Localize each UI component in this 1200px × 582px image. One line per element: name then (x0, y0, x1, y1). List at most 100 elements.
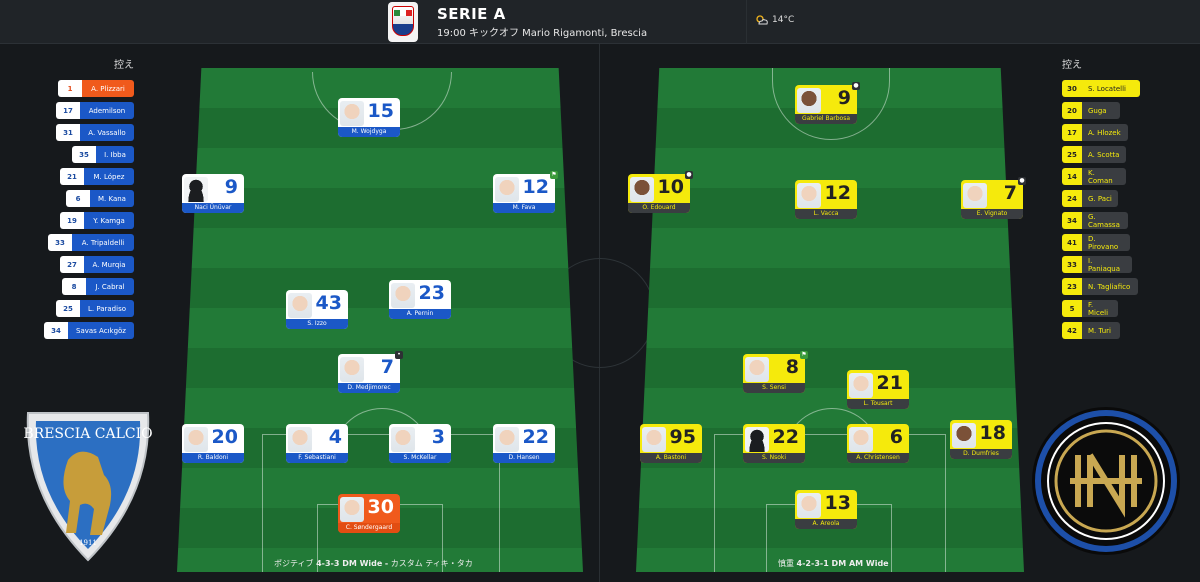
away-bench-player[interactable]: 25 A. Scotta (1062, 146, 1126, 163)
away-bench-player[interactable]: 20 Guga (1062, 102, 1120, 119)
player-card[interactable]: 95 A. Bastoni (640, 424, 702, 463)
player-card[interactable]: 9 Gabriel Barbosa ● (795, 82, 860, 124)
player-number: 12 (824, 182, 851, 204)
bench-player-number: 5 (1062, 300, 1082, 317)
bench-player-number: 27 (60, 256, 84, 273)
away-bench-player[interactable]: 41 D. Pirovano (1062, 234, 1130, 251)
player-card[interactable]: 22 S. Nsoki (743, 424, 805, 463)
league-name: SERIE A (437, 5, 506, 23)
away-bench-player[interactable]: 24 G. Paci (1062, 190, 1118, 207)
bench-player-name: G. Paci (1082, 190, 1118, 207)
home-bench-player[interactable]: 6 M. Kana (66, 190, 134, 207)
player-name: F. Sebastiani (286, 453, 348, 463)
bench-player-number: 35 (72, 146, 96, 163)
player-card[interactable]: 4 F. Sebastiani (286, 424, 348, 463)
player-number: 13 (824, 492, 851, 514)
home-bench-player[interactable]: 8 J. Cabral (62, 278, 134, 295)
player-number: 30 (367, 496, 394, 518)
player-card[interactable]: 22 D. Hansen (493, 424, 555, 463)
home-tactic-style: カスタム ティキ・タカ (390, 559, 473, 568)
player-number: 7 (1003, 182, 1017, 204)
player-number: 22 (772, 426, 799, 448)
player-card[interactable]: 30 C. Søndergaard (338, 494, 400, 533)
player-card[interactable]: 43 S. Izzo (286, 290, 348, 329)
player-name: S. Izzo (286, 319, 348, 329)
match-header: SERIE A 19:00 キックオフ Mario Rigamonti, Bre… (0, 0, 1200, 44)
bench-player-name: Guga (1082, 102, 1120, 119)
bench-player-name: A. Vassallo (80, 124, 134, 141)
player-name: D. Medjimorec (338, 383, 400, 393)
player-number: 9 (224, 176, 238, 198)
player-card[interactable]: 18 D. Dumfries (950, 420, 1012, 459)
player-number: 7 (380, 356, 394, 378)
home-bench-player[interactable]: 25 L. Paradiso (56, 300, 134, 317)
player-card[interactable]: 3 S. McKellar (389, 424, 451, 463)
player-name: E. Vignato (961, 209, 1023, 219)
bench-player-number: 30 (1062, 80, 1082, 97)
away-bench-player[interactable]: 23 N. Tagliafico (1062, 278, 1138, 295)
bench-player-name: G. Camassa (1082, 212, 1128, 229)
bench-player-number: 34 (44, 322, 68, 339)
player-card[interactable]: 12 L. Vacca (795, 180, 857, 219)
away-bench-player[interactable]: 42 M. Turi (1062, 322, 1120, 339)
player-card[interactable]: 10 O. Edouard ● (628, 171, 693, 213)
player-photo (849, 373, 873, 398)
home-bench-player[interactable]: 34 Savas Acıkgöz (44, 322, 134, 339)
player-card[interactable]: 7 D. Medjimorec • (338, 351, 403, 393)
home-bench-player[interactable]: 21 M. López (60, 168, 134, 185)
player-card[interactable]: 6 A. Christensen (847, 424, 909, 463)
away-bench-title: 控え (1062, 60, 1082, 71)
home-bench-player[interactable]: 17 Ademilson (56, 102, 134, 119)
bench-player-name: A. Scotta (1082, 146, 1126, 163)
flag-icon: ⚑ (800, 351, 808, 359)
bench-player-number: 41 (1062, 234, 1082, 251)
player-photo (745, 427, 769, 452)
bench-player-number: 17 (56, 102, 80, 119)
player-number: 15 (367, 100, 394, 122)
player-card[interactable]: 12 M. Fava ⚑ (493, 171, 558, 213)
away-bench-player[interactable]: 5 F. Miceli (1062, 300, 1118, 317)
player-number: 3 (431, 426, 445, 448)
player-name: R. Baldoni (182, 453, 244, 463)
player-name: D. Dumfries (950, 449, 1012, 459)
bench-player-name: M. Turi (1082, 322, 1120, 339)
away-bench-player[interactable]: 14 K. Coman (1062, 168, 1126, 185)
player-card[interactable]: 21 L. Tousart (847, 370, 909, 409)
player-name: S. Sensi (743, 383, 805, 393)
player-card[interactable]: 13 A. Areola (795, 490, 857, 529)
player-photo (288, 427, 312, 452)
home-bench-player[interactable]: 35 I. Ibba (72, 146, 134, 163)
player-card[interactable]: 9 Naci Ünüvar (182, 174, 244, 213)
home-formation: ポジティブ 4-3-3 DM Wide - カスタム ティキ・タカ (274, 558, 473, 569)
bench-player-name: Y. Kamga (84, 212, 134, 229)
away-formation-name: 4-2-3-1 DM AM Wide (796, 559, 889, 568)
home-bench-player[interactable]: 31 A. Vassallo (56, 124, 134, 141)
player-name: S. McKellar (389, 453, 451, 463)
player-name: L. Tousart (847, 399, 909, 409)
bench-player-number: 20 (1062, 102, 1082, 119)
player-photo (184, 427, 208, 452)
home-bench-player[interactable]: 19 Y. Kamga (60, 212, 134, 229)
player-photo (630, 177, 654, 202)
player-card[interactable]: 7 E. Vignato ● (961, 177, 1026, 219)
home-bench-player[interactable]: 1 A. Plizzari (58, 80, 134, 97)
player-card[interactable]: 15 M. Wojdyga (338, 98, 400, 137)
home-bench-player[interactable]: 33 A. Tripaldelli (48, 234, 134, 251)
player-name: M. Wojdyga (338, 127, 400, 137)
player-name: A. Christensen (847, 453, 909, 463)
bench-player-number: 6 (66, 190, 90, 207)
bench-player-name: I. Ibba (96, 146, 134, 163)
home-bench-player[interactable]: 27 A. Murqia (60, 256, 134, 273)
status-icon: • (395, 351, 403, 359)
player-card[interactable]: 23 A. Pernin (389, 280, 451, 319)
away-bench-player[interactable]: 34 G. Camassa (1062, 212, 1128, 229)
flag-icon: ⚑ (550, 171, 558, 179)
bench-player-name: S. Locatelli (1082, 80, 1140, 97)
away-bench-player[interactable]: 33 I. Paniaqua (1062, 256, 1132, 273)
player-card[interactable]: 8 S. Sensi ⚑ (743, 351, 808, 393)
player-number: 18 (979, 422, 1006, 444)
away-bench-player[interactable]: 30 S. Locatelli (1062, 80, 1140, 97)
away-bench-player[interactable]: 17 A. Hlozek (1062, 124, 1128, 141)
player-number: 43 (315, 292, 342, 314)
player-card[interactable]: 20 R. Baldoni (182, 424, 244, 463)
